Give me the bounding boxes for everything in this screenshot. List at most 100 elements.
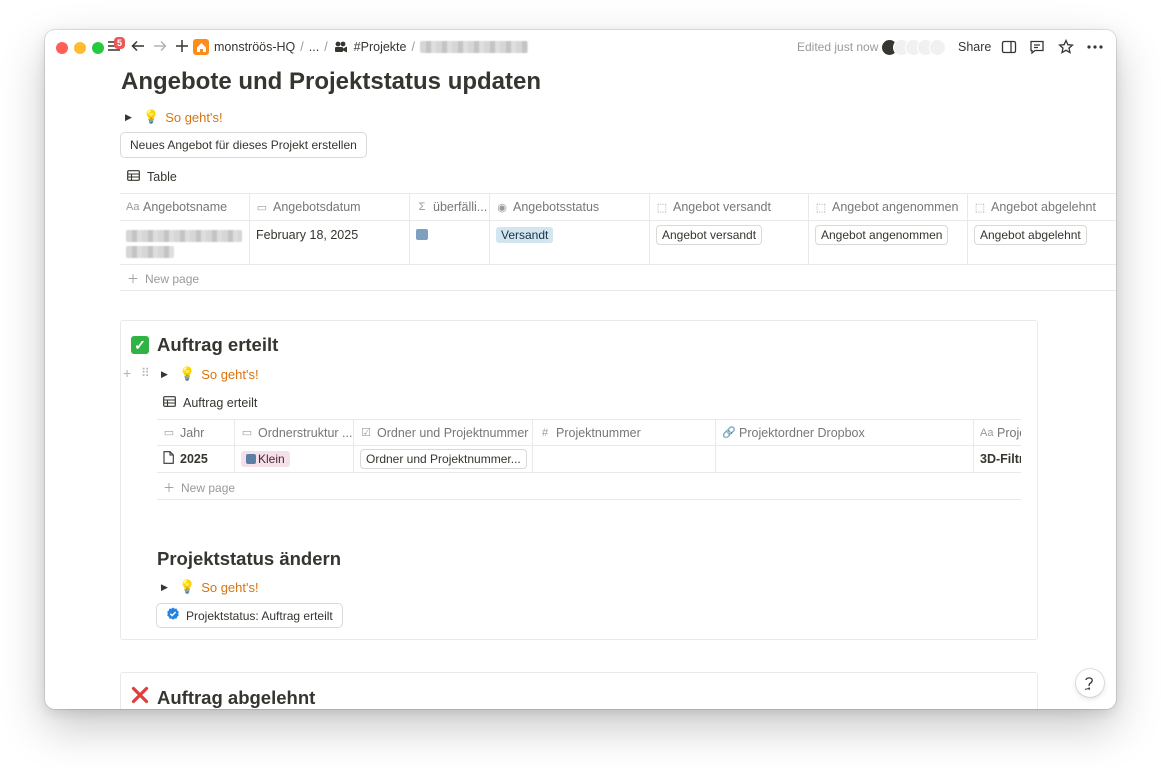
column-header[interactable]: ▭ Angebotsdatum: [250, 194, 410, 220]
toggle-so-gehts[interactable]: ▶ 💡 So geht's!: [161, 366, 259, 382]
table-header-row: ▭ Jahr ▭ Ordnerstruktur ... ☑ Ordner und Pr…: [157, 420, 1021, 446]
column-header[interactable]: ⬚ Angebot abgelehnt: [968, 194, 1116, 220]
column-header-label: Projektnummer: [556, 425, 641, 440]
column-header[interactable]: 🔗 Projektordner Dropbox: [716, 420, 974, 445]
table-icon: [127, 170, 140, 184]
column-header-label: Angebot versandt: [673, 200, 771, 214]
offer-accepted-button[interactable]: Angebot angenommen: [815, 225, 949, 245]
button-property-icon: ⬚: [974, 201, 986, 214]
table-row[interactable]: February 18, 2025 Versandt Angebot versa…: [120, 221, 1116, 265]
table-view-label: Auftrag erteilt: [183, 396, 258, 410]
folder-and-project-number-button[interactable]: Ordner und Projektnummer...: [360, 449, 527, 469]
button-property-icon: ⬚: [815, 201, 827, 214]
text-property-icon: Aa: [126, 201, 140, 213]
column-header[interactable]: # Projektnummer: [533, 420, 716, 445]
forward-arrow-icon[interactable]: [153, 39, 167, 58]
ok-emoji-icon: [416, 229, 428, 240]
table-view-tab[interactable]: Table: [127, 170, 177, 184]
toggle-triangle-icon[interactable]: ▶: [125, 112, 137, 123]
column-header[interactable]: Σüberfälli...: [410, 194, 490, 220]
lightbulb-icon: 💡: [179, 366, 196, 381]
red-cross-icon: [131, 686, 149, 709]
back-arrow-icon[interactable]: [131, 39, 145, 58]
column-header[interactable]: AaProje: [974, 420, 1021, 445]
column-header-label: Angebotsstatus: [513, 200, 600, 214]
rejected-button-cell: Angebot abgelehnt: [968, 221, 1116, 264]
column-header-label: Ordnerstruktur ...: [258, 425, 353, 440]
column-header[interactable]: ⬚ Angebot versandt: [650, 194, 809, 220]
camera-icon: [333, 39, 349, 55]
dropbox-folder-cell[interactable]: [716, 446, 974, 472]
column-header[interactable]: Aa Angebotsname: [120, 194, 250, 220]
size-tag[interactable]: Klein: [241, 451, 290, 467]
breadcrumb-separator: /: [300, 40, 304, 54]
offer-status-cell[interactable]: Versandt: [490, 221, 650, 264]
column-header-label: überfälli...: [433, 200, 488, 214]
status-tag[interactable]: Versandt: [496, 227, 554, 243]
help-icon[interactable]: [1076, 669, 1104, 697]
offer-sent-button[interactable]: Angebot versandt: [656, 225, 763, 245]
add-block-plus-icon[interactable]: +: [123, 365, 131, 381]
page-title[interactable]: Angebote und Projektstatus updaten: [121, 68, 541, 96]
top-bar: 5 monströös-HQ / ... / #Projekte / Edite…: [45, 30, 1116, 66]
share-button[interactable]: Share: [958, 40, 991, 54]
text-property-icon: Aa: [980, 426, 994, 439]
offer-date-cell[interactable]: February 18, 2025: [250, 221, 410, 264]
offer-name-redacted: [126, 246, 174, 258]
year-cell[interactable]: 2025: [157, 446, 235, 472]
drag-handle-icon[interactable]: ⠿: [141, 366, 150, 380]
overdue-cell[interactable]: [410, 221, 490, 264]
new-page-label: New page: [145, 271, 200, 286]
project-status-button[interactable]: Projektstatus: Auftrag erteilt: [156, 603, 343, 628]
close-window-button[interactable]: [56, 42, 68, 54]
section-heading-projektstatus[interactable]: Projektstatus ändern: [157, 548, 341, 570]
toggle-triangle-icon[interactable]: ▶: [161, 582, 173, 593]
column-header[interactable]: ☑ Ordner und Projektnummer: [354, 420, 533, 445]
checkbox-property-icon: ☑: [361, 427, 371, 439]
table-row[interactable]: 2025 Klein Ordner und Projektnummer... 3…: [157, 446, 1021, 473]
column-header-label: Proje: [997, 425, 1021, 440]
column-header-label: Angebotsname: [143, 200, 228, 214]
column-header-label: Projektordner Dropbox: [739, 425, 865, 440]
more-options-icon[interactable]: [1086, 39, 1104, 57]
toggle-so-gehts[interactable]: ▶ 💡 So geht's!: [125, 109, 223, 125]
new-offer-button[interactable]: Neues Angebot für dieses Projekt erstell…: [120, 132, 367, 158]
new-page-plus-icon[interactable]: [175, 39, 189, 58]
project-name-cell[interactable]: 3D-Filtr: [974, 446, 1021, 472]
add-new-page-row[interactable]: ＋ New page: [163, 479, 235, 496]
folder-structure-cell[interactable]: Klein: [235, 446, 354, 472]
column-header[interactable]: ▭ Ordnerstruktur ...: [235, 420, 354, 445]
breadcrumb-ellipsis[interactable]: ...: [309, 40, 319, 54]
callout-heading[interactable]: Auftrag abgelehnt: [131, 686, 315, 709]
verified-badge-icon: [166, 607, 180, 624]
avatar: [929, 39, 946, 56]
add-new-page-row[interactable]: ＋ New page: [127, 270, 199, 287]
table-view-tab[interactable]: Auftrag erteilt: [163, 396, 257, 410]
folder-number-cell: Ordner und Projektnummer...: [354, 446, 533, 472]
breadcrumb-workspace[interactable]: monströös-HQ: [214, 40, 295, 54]
column-header-label: Jahr: [180, 425, 205, 440]
toggle-triangle-icon[interactable]: ▶: [161, 369, 173, 380]
collaborator-avatars[interactable]: [881, 39, 946, 56]
side-peek-icon[interactable]: [1001, 39, 1019, 57]
toggle-so-gehts[interactable]: ▶ 💡 So geht's!: [161, 579, 259, 595]
zoom-window-button[interactable]: [92, 42, 104, 54]
callout-heading[interactable]: ✓ Auftrag erteilt: [131, 334, 278, 356]
breadcrumb-current-page-redacted[interactable]: [419, 41, 528, 53]
toggle-label: So geht's!: [201, 579, 259, 595]
calendar-icon: ▭: [256, 201, 268, 214]
breadcrumb-projekte[interactable]: #Projekte: [354, 40, 407, 54]
projects-database-table: ▭ Jahr ▭ Ordnerstruktur ... ☑ Ordner und Pr…: [157, 419, 1021, 473]
favorite-star-icon[interactable]: [1058, 38, 1076, 57]
breadcrumb-separator: /: [324, 40, 328, 54]
offer-rejected-button[interactable]: Angebot abgelehnt: [974, 225, 1087, 245]
comments-icon[interactable]: [1029, 39, 1047, 57]
formula-sigma-icon: Σ: [418, 201, 426, 213]
column-header[interactable]: ◉ Angebotsstatus: [490, 194, 650, 220]
minimize-window-button[interactable]: [74, 42, 86, 54]
number-hash-icon: #: [541, 426, 549, 439]
column-header[interactable]: ▭ Jahr: [157, 420, 235, 445]
project-number-cell[interactable]: [533, 446, 716, 472]
offer-name-cell[interactable]: [120, 221, 250, 264]
column-header[interactable]: ⬚ Angebot angenommen: [809, 194, 968, 220]
